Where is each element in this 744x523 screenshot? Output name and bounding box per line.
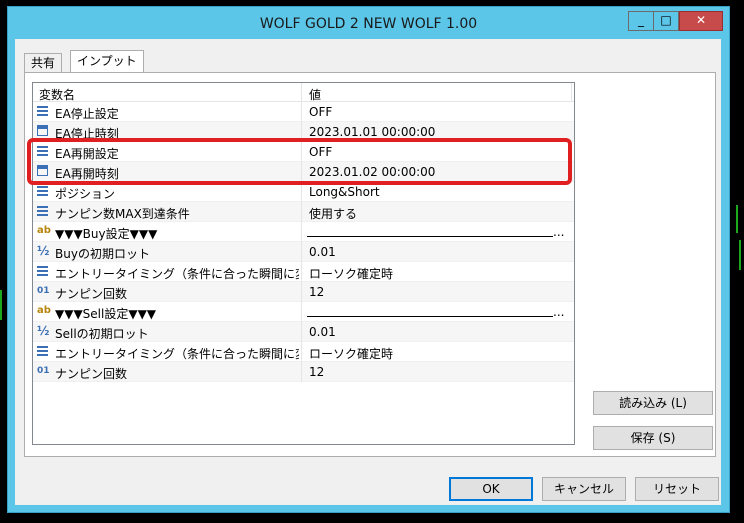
parameter-value[interactable]: ローソク確定時 [309, 345, 393, 362]
save-button[interactable]: 保存 (S) [593, 426, 713, 450]
parameter-name: ▼▼▼Sell設定▼▼▼ [55, 307, 157, 321]
parameter-value[interactable]: ローソク確定時 [309, 265, 393, 282]
ok-button[interactable]: OK [449, 477, 533, 501]
parameter-value[interactable]: OFF [309, 105, 332, 119]
table-row[interactable]: ½ Sellの初期ロット 0.01 [33, 322, 574, 342]
table-row[interactable]: エントリータイミング（条件に合った瞬間に変更す... ローソク確定時 [33, 262, 574, 282]
separator-value-line [307, 236, 553, 237]
parameter-value[interactable]: 2023.01.01 00:00:00 [309, 125, 435, 139]
minimize-button[interactable]: _ [628, 11, 654, 31]
grid-header: 変数名 値 [33, 83, 574, 102]
close-button[interactable]: ✕ [679, 11, 723, 31]
table-row[interactable]: ½ Buyの初期ロット 0.01 [33, 242, 574, 262]
list-icon [37, 185, 49, 197]
parameter-name: Buyの初期ロット [55, 247, 150, 261]
parameter-value[interactable]: ... [553, 225, 564, 239]
table-row[interactable]: EA停止設定 OFF [33, 102, 574, 122]
column-header-value[interactable]: 値 [309, 86, 321, 103]
table-row[interactable]: エントリータイミング（条件に合った瞬間に変更す... ローソク確定時 [33, 342, 574, 362]
load-button[interactable]: 読み込み (L) [593, 391, 713, 415]
parameter-name: ナンピン数MAX到達条件 [55, 207, 190, 221]
integer-icon: 01 [37, 366, 50, 376]
highlight-annotation [27, 138, 572, 185]
parameter-name: ナンピン回数 [55, 287, 128, 301]
maximize-button[interactable]: □ [653, 11, 679, 31]
fraction-icon: ½ [37, 324, 50, 338]
integer-icon: 01 [37, 286, 50, 296]
separator-value-line [307, 316, 553, 317]
chart-background-bar [739, 240, 741, 270]
parameter-name: ▼▼▼Buy設定▼▼▼ [55, 227, 158, 241]
parameter-value[interactable]: 12 [309, 285, 324, 299]
cancel-button[interactable]: キャンセル [542, 477, 626, 501]
list-icon [37, 105, 49, 117]
reset-button[interactable]: リセット [635, 477, 719, 501]
list-icon [37, 205, 49, 217]
column-header-variable[interactable]: 変数名 [39, 86, 75, 103]
chart-background-bar [0, 290, 2, 320]
parameter-name: ナンピン回数 [55, 367, 128, 381]
tab-common[interactable]: 共有 [24, 53, 63, 72]
parameter-name: ポジション [55, 187, 116, 201]
calendar-icon [37, 125, 49, 137]
table-row[interactable]: 01 ナンピン回数 12 [33, 362, 574, 382]
tab-inputs[interactable]: インプット [70, 50, 144, 73]
list-icon [37, 345, 49, 357]
window-title: WOLF GOLD 2 NEW WOLF 1.00 [259, 16, 478, 32]
text-icon: ab [37, 225, 51, 236]
table-row[interactable]: ナンピン数MAX到達条件 使用する [33, 202, 574, 222]
title-bar[interactable]: WOLF GOLD 2 NEW WOLF 1.00 _ □ ✕ [8, 7, 729, 39]
parameter-value[interactable]: 使用する [309, 205, 357, 222]
parameter-name: エントリータイミング（条件に合った瞬間に変更す... [55, 347, 299, 361]
parameters-grid[interactable]: 変数名 値 EA停止設定 OFF EA停止時刻 2023.01.01 00:00:00… [32, 82, 575, 445]
list-icon [37, 265, 49, 277]
parameter-value[interactable]: 0.01 [309, 245, 336, 259]
table-row[interactable]: 01 ナンピン回数 12 [33, 282, 574, 302]
table-row[interactable]: ポジション Long&Short [33, 182, 574, 202]
parameter-value[interactable]: Long&Short [309, 185, 380, 199]
table-row[interactable]: ab ▼▼▼Buy設定▼▼▼... [33, 222, 574, 242]
parameter-name: Sellの初期ロット [55, 327, 149, 341]
parameter-value[interactable]: 0.01 [309, 325, 336, 339]
table-row[interactable]: ab ▼▼▼Sell設定▼▼▼... [33, 302, 574, 322]
parameter-name: EA停止設定 [55, 107, 119, 121]
fraction-icon: ½ [37, 244, 50, 258]
chart-background-bar [736, 205, 738, 233]
parameter-value[interactable]: 12 [309, 365, 324, 379]
parameter-value[interactable]: ... [553, 305, 564, 319]
text-icon: ab [37, 305, 51, 316]
parameter-name: エントリータイミング（条件に合った瞬間に変更す... [55, 267, 299, 281]
